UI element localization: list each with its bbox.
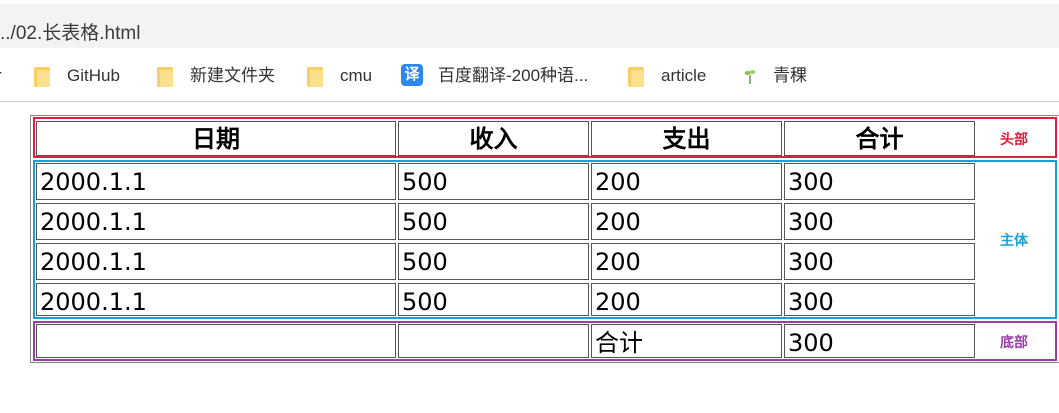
table-cell: 300 <box>784 203 975 240</box>
thead-group: 日期 收入 支出 合计 头部 <box>33 117 1057 158</box>
sprout-icon <box>744 70 756 84</box>
table-cell: 200 <box>591 203 782 240</box>
section-label-body: 主体 <box>1000 233 1028 249</box>
table-cell: 500 <box>398 163 589 200</box>
footer-cell <box>36 324 396 358</box>
table-cell: 2000.1.1 <box>36 243 396 280</box>
bookmark-label: article <box>661 66 707 85</box>
toolbar-divider <box>0 101 1059 102</box>
folder-icon <box>628 67 644 87</box>
footer-cell <box>398 324 589 358</box>
table-cell: 200 <box>591 163 782 200</box>
table-cell: 200 <box>591 243 782 280</box>
address-bar[interactable]: ../02.长表格.html <box>0 4 1059 48</box>
table-cell: 200 <box>591 283 782 316</box>
bookmark-label: 百度翻译-200种语... <box>438 66 589 85</box>
table-cell: 500 <box>398 243 589 280</box>
folder-icon <box>34 67 50 87</box>
table-cell: 500 <box>398 283 589 316</box>
table-cell: 300 <box>784 283 975 316</box>
bookmark-label: cmu <box>340 66 373 85</box>
bookmark-partial[interactable]: r <box>0 64 2 88</box>
table-cell: 2000.1.1 <box>36 163 396 200</box>
header-cell-expense: 支出 <box>591 121 782 156</box>
bookmarks-bar: r GitHub 新建文件夹 cmu 译 百度翻译-200种语... artic… <box>0 56 1059 94</box>
bookmark-label: GitHub <box>67 66 120 85</box>
bookmark-label: 青稞 <box>773 66 807 85</box>
folder-icon <box>307 67 323 87</box>
table-cell: 2000.1.1 <box>36 283 396 316</box>
header-cell-income: 收入 <box>398 121 589 156</box>
section-label-head: 头部 <box>1000 132 1028 148</box>
bookmark-label: 新建文件夹 <box>190 66 275 85</box>
table-cell: 500 <box>398 203 589 240</box>
table-cell: 300 <box>784 243 975 280</box>
translate-icon: 译 <box>401 64 423 86</box>
section-label-foot: 底部 <box>1000 335 1028 351</box>
footer-cell-total-value: 300 <box>784 324 975 358</box>
address-url[interactable]: ../02.长表格.html <box>0 18 140 45</box>
long-table: 日期 收入 支出 合计 头部 2000.1.1 500 200 300 2000… <box>30 115 1059 363</box>
tbody-group: 2000.1.1 500 200 300 2000.1.1 500 200 30… <box>33 160 1057 319</box>
tfoot-group: 合计 300 底部 <box>33 321 1057 361</box>
table-cell: 2000.1.1 <box>36 203 396 240</box>
folder-icon <box>157 67 173 87</box>
header-cell-date: 日期 <box>36 121 396 156</box>
footer-cell-total-label: 合计 <box>591 324 782 358</box>
header-cell-total: 合计 <box>784 121 975 156</box>
table-cell: 300 <box>784 163 975 200</box>
